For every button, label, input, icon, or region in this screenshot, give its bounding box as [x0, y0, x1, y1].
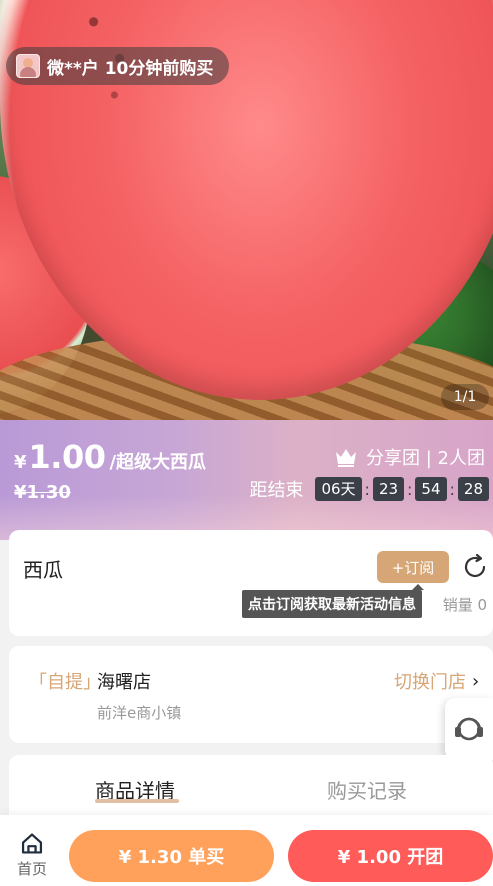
customer-service-button[interactable]: [445, 698, 493, 760]
sales-count: 销量 0: [442, 596, 487, 614]
recent-buyer-text: 微**户 10分钟前购买: [47, 58, 214, 79]
countdown-separator: :: [449, 479, 455, 499]
customer-service-icon: [455, 717, 483, 741]
product-title: 西瓜: [23, 558, 63, 582]
home-label: 首页: [16, 860, 47, 878]
tab-purchase-records[interactable]: 购买记录: [327, 775, 407, 804]
subscribe-tooltip: 点击订阅获取最新活动信息: [242, 584, 424, 618]
countdown-hours: 23: [372, 477, 405, 501]
product-image-carousel[interactable]: 微**户 10分钟前购买 1/1: [0, 0, 493, 420]
product-info-card: 西瓜 +订阅 销量 0 点击订阅获取最新活动信息: [9, 530, 493, 636]
group-type-text: 分享团 | 2人团: [366, 448, 485, 469]
subscribe-button[interactable]: +订阅: [377, 551, 449, 583]
countdown-separator: :: [407, 479, 413, 499]
product-short-name: /超级大西瓜: [109, 452, 207, 473]
countdown-days: 06天: [315, 477, 362, 501]
chevron-right-icon: ›: [472, 670, 480, 692]
store-card: 「自提」 海曙店 前洋e商小镇 切换门店 ›: [9, 646, 493, 743]
current-price-amount: 1.00: [28, 438, 106, 476]
current-price: ¥ 1.00 /超级大西瓜: [14, 438, 206, 476]
switch-store-label: 切换门店: [394, 672, 466, 693]
buy-single-button[interactable]: ¥ 1.30 单买: [69, 830, 274, 882]
countdown-separator: :: [364, 479, 370, 499]
countdown-minutes: 54: [415, 477, 447, 501]
original-price: ¥1.30: [14, 482, 71, 503]
currency-symbol: ¥: [14, 452, 27, 473]
countdown-timer: 距结束 06天 : 23 : 54 : 28: [249, 476, 489, 502]
home-icon: [21, 833, 43, 854]
bottom-action-bar: 首页 ¥ 1.30 单买 ¥ 1.00 开团: [0, 815, 493, 886]
group-type: 分享团 | 2人团: [334, 444, 485, 470]
switch-store-link[interactable]: 切换门店 ›: [394, 668, 479, 694]
store-address: 前洋e商小镇: [97, 704, 182, 722]
crown-icon: [336, 449, 357, 467]
refresh-icon[interactable]: [460, 552, 490, 582]
recent-buyer-toast: 微**户 10分钟前购买: [6, 47, 230, 85]
countdown-seconds: 28: [457, 477, 489, 501]
start-group-button[interactable]: ¥ 1.00 开团: [288, 830, 493, 882]
buyer-avatar: [16, 54, 40, 78]
store-name: 海曙店: [97, 672, 151, 693]
home-button[interactable]: 首页: [12, 831, 52, 879]
image-pager: 1/1: [441, 384, 489, 410]
tab-active-indicator: [95, 799, 179, 803]
countdown-label: 距结束: [249, 480, 304, 501]
pickup-tag: 「自提」: [29, 672, 101, 693]
